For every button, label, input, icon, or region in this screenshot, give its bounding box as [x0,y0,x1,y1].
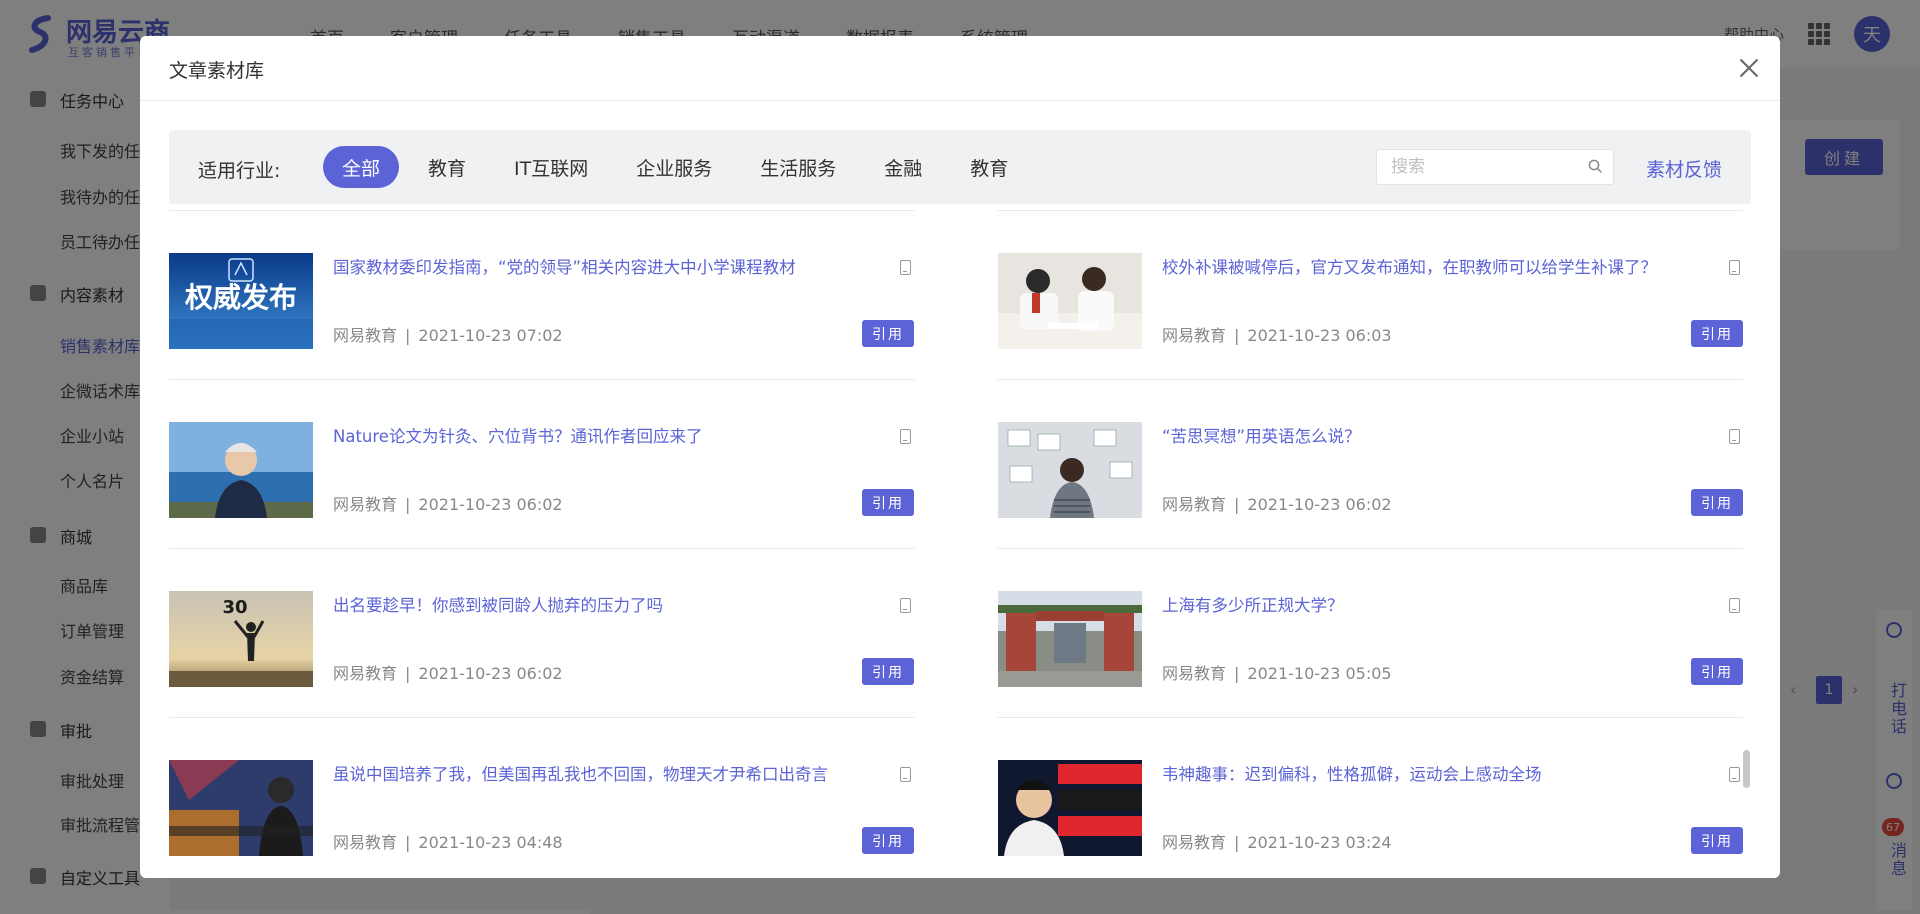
thumb-caption: 30 [222,597,247,618]
industry-chip-enterprise[interactable]: 企业服务 [617,146,731,188]
article-source: 网易教育 [333,833,398,852]
article-card[interactable]: “苦思冥想”用英语怎么说？ 网易教育 | 2021-10-23 06:02 引用 [998,379,1743,549]
article-time: 2021-10-23 07:02 [418,326,563,345]
article-thumb-image: 权威发布 [169,253,313,349]
article-time: 2021-10-23 06:02 [1247,495,1392,514]
mobile-preview-icon[interactable] [1729,598,1740,613]
list-scrollbar-thumb[interactable] [1743,750,1750,788]
quote-button[interactable]: 引用 [862,489,914,516]
article-time: 2021-10-23 03:24 [1247,833,1392,852]
article-card[interactable]: 校外补课被喊停后，官方又发布通知，在职教师可以给学生补课了？ 网易教育 | 2021… [998,210,1743,380]
mobile-preview-icon[interactable] [900,767,911,782]
article-thumb-image [998,591,1142,687]
article-thumbnail [998,591,1142,687]
article-source: 网易教育 [333,495,398,514]
article-time: 2021-10-23 05:05 [1247,664,1392,683]
mobile-preview-icon[interactable] [1729,260,1740,275]
article-time: 2021-10-23 06:02 [418,664,563,683]
article-meta: 网易教育 | 2021-10-23 06:02 [1162,495,1392,514]
article-title[interactable]: 国家教材委印发指南，“党的领导”相关内容进大中小学课程教材 [333,254,893,278]
article-title[interactable]: 上海有多少所正规大学？ [1162,592,1722,616]
article-time: 2021-10-23 06:02 [418,495,563,514]
industry-filter-bar: 适用行业: 全部 教育 IT互联网 企业服务 生活服务 金融 教育 素材反馈 [169,130,1751,204]
article-thumbnail: 30 [169,591,313,687]
industry-filter-label: 适用行业: [198,160,281,182]
modal-header: 文章素材库 [140,36,1780,101]
article-meta: 网易教育 | 2021-10-23 07:02 [333,326,563,345]
article-title[interactable]: “苦思冥想”用英语怎么说？ [1162,423,1722,447]
article-thumbnail [998,253,1142,349]
article-thumbnail: 权威发布 [169,253,313,349]
industry-chip-all[interactable]: 全部 [323,146,400,188]
quote-button[interactable]: 引用 [862,320,914,347]
article-thumb-image [998,760,1142,856]
search-icon[interactable] [1588,159,1602,173]
quote-button[interactable]: 引用 [1691,827,1743,854]
mobile-preview-icon[interactable] [900,598,911,613]
quote-button[interactable]: 引用 [1691,320,1743,347]
article-meta: 网易教育 | 2021-10-23 06:02 [333,664,563,683]
article-thumbnail [998,760,1142,856]
mobile-preview-icon[interactable] [900,260,911,275]
article-meta: 网易教育 | 2021-10-23 06:03 [1162,326,1392,345]
quote-button[interactable]: 引用 [862,658,914,685]
article-meta: 网易教育 | 2021-10-23 05:05 [1162,664,1392,683]
article-title[interactable]: 韦神趣事：迟到偏科，性格孤僻，运动会上感动全场 [1162,761,1722,785]
article-thumbnail [169,760,313,856]
article-thumbnail [998,422,1142,518]
close-icon[interactable] [1735,54,1763,82]
industry-chip-finance[interactable]: 金融 [865,146,941,188]
industry-chip-education-2[interactable]: 教育 [951,146,1027,188]
article-meta: 网易教育 | 2021-10-23 04:48 [333,833,563,852]
quote-button[interactable]: 引用 [1691,658,1743,685]
article-card[interactable]: 虽说中国培养了我，但美国再乱我也不回国，物理天才尹希口出奇言 网易教育 | 2021… [169,717,914,878]
search-box [1376,149,1614,185]
article-thumb-image [998,253,1142,349]
article-thumb-image [169,422,313,518]
article-card[interactable]: 韦神趣事：迟到偏科，性格孤僻，运动会上感动全场 网易教育 | 2021-10-23 … [998,717,1743,878]
article-thumb-image [998,422,1142,518]
article-card[interactable]: 上海有多少所正规大学？ 网易教育 | 2021-10-23 05:05 引用 [998,548,1743,718]
article-list: 权威发布 国家教材委印发指南，“党的领导”相关内容进大中小学课程教材 网易教育 |… [140,210,1780,878]
article-time: 2021-10-23 06:03 [1247,326,1392,345]
article-source: 网易教育 [1162,495,1227,514]
article-thumb-image: 30 [169,591,313,687]
article-source: 网易教育 [1162,326,1227,345]
article-title[interactable]: 校外补课被喊停后，官方又发布通知，在职教师可以给学生补课了？ [1162,254,1722,278]
article-source: 网易教育 [1162,833,1227,852]
material-feedback-link[interactable]: 素材反馈 [1646,155,1722,182]
article-card[interactable]: 30 出名要趁早！你感到被同龄人抛弃的压力了吗 网易教育 | 2021-10-23 … [169,548,914,718]
mobile-preview-icon[interactable] [1729,429,1740,444]
article-meta: 网易教育 | 2021-10-23 03:24 [1162,833,1392,852]
industry-chip-it-internet[interactable]: IT互联网 [495,146,607,188]
article-source: 网易教育 [333,326,398,345]
article-source: 网易教育 [333,664,398,683]
mobile-preview-icon[interactable] [900,429,911,444]
quote-button[interactable]: 引用 [1691,489,1743,516]
article-meta: 网易教育 | 2021-10-23 06:02 [333,495,563,514]
article-thumb-image [169,760,313,856]
industry-chip-education[interactable]: 教育 [409,146,485,188]
article-thumbnail [169,422,313,518]
industry-chip-life-services[interactable]: 生活服务 [741,146,855,188]
article-source: 网易教育 [1162,664,1227,683]
article-card[interactable]: Nature论文为针灸、穴位背书？通讯作者回应来了 网易教育 | 2021-10-2… [169,379,914,549]
quote-button[interactable]: 引用 [862,827,914,854]
article-title[interactable]: Nature论文为针灸、穴位背书？通讯作者回应来了 [333,423,893,447]
article-time: 2021-10-23 04:48 [418,833,563,852]
article-card[interactable]: 权威发布 国家教材委印发指南，“党的领导”相关内容进大中小学课程教材 网易教育 |… [169,210,914,380]
article-title[interactable]: 虽说中国培养了我，但美国再乱我也不回国，物理天才尹希口出奇言 [333,761,893,785]
mobile-preview-icon[interactable] [1729,767,1740,782]
industry-chips: 全部 教育 IT互联网 企业服务 生活服务 金融 教育 [323,146,1037,188]
article-library-modal: 文章素材库 适用行业: 全部 教育 IT互联网 企业服务 生活服务 金融 教育 … [140,36,1780,878]
search-input[interactable] [1377,150,1605,184]
article-title[interactable]: 出名要趁早！你感到被同龄人抛弃的压力了吗 [333,592,893,616]
thumb-caption: 权威发布 [184,281,297,314]
modal-title: 文章素材库 [169,60,265,82]
